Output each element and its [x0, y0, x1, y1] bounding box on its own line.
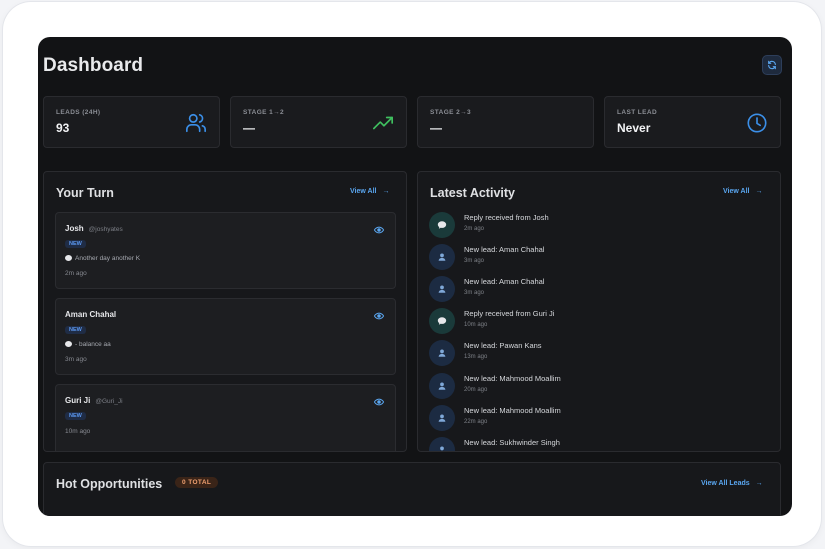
activity-text: New lead: Aman Chahal: [464, 277, 545, 287]
activity-item[interactable]: New lead: Aman Chahal 3m ago: [429, 244, 769, 276]
card-handle: @Guri_Ji: [95, 398, 123, 405]
eye-icon[interactable]: [374, 312, 384, 320]
clock-icon: [747, 113, 767, 133]
card-time: 10m ago: [65, 428, 91, 435]
stat-card-last-lead: LAST LEAD Never: [604, 96, 781, 148]
card-message: Another day another K: [65, 255, 140, 262]
eye-icon[interactable]: [374, 226, 384, 234]
activity-item[interactable]: New lead: Sukhwinder Singh: [429, 436, 769, 451]
latest-activity-view-all-link[interactable]: View All →: [723, 188, 762, 195]
user-icon: [429, 276, 455, 303]
eye-icon[interactable]: [374, 398, 384, 406]
your-turn-panel: Your Turn View All → Josh @joshyates NEW A…: [43, 171, 407, 452]
user-icon: [429, 244, 455, 271]
card-name: Guri Ji @Guri_Ji: [65, 396, 123, 405]
dashboard-screen: Dashboard LEADS (24H) 93 STAGE 1→2 — STA…: [38, 37, 792, 516]
stat-label: STAGE 2→3: [430, 109, 472, 116]
new-badge: NEW: [65, 326, 86, 334]
card-time: 2m ago: [65, 270, 87, 277]
card-message: - balance aa: [65, 341, 111, 348]
activity-time: 10m ago: [464, 322, 488, 329]
activity-time: 3m ago: [464, 290, 485, 297]
hot-opportunities-title: Hot Opportunities: [56, 477, 163, 491]
trending-up-icon: [373, 116, 393, 130]
users-icon: [186, 113, 206, 133]
activity-time: 3m ago: [464, 258, 485, 265]
user-icon: [429, 436, 455, 451]
arrow-right-icon: →: [755, 188, 763, 195]
activity-text: New lead: Mahmood Moallim: [464, 405, 561, 415]
hot-opportunities-panel: Hot Opportunities 0 TOTAL View All Leads…: [43, 462, 781, 516]
view-all-label: View All: [350, 188, 377, 195]
view-all-label: View All: [723, 188, 750, 195]
stat-value: 93: [56, 121, 70, 135]
card-handle: @joshyates: [88, 226, 123, 233]
new-badge: NEW: [65, 412, 86, 420]
page-title: Dashboard: [43, 55, 144, 76]
stat-value: —: [243, 121, 255, 135]
activity-item[interactable]: New lead: Mahmood Moallim 20m ago: [429, 372, 769, 405]
chat-bubble-icon: [65, 255, 72, 261]
chat-bubble-icon: [429, 308, 455, 335]
your-turn-card[interactable]: Aman Chahal NEW - balance aa 3m ago: [55, 298, 396, 375]
chat-bubble-icon: [429, 212, 455, 238]
view-all-leads-label: View All Leads: [701, 480, 750, 487]
activity-text: Reply received from Guri Ji: [464, 309, 555, 319]
chat-bubble-icon: [65, 341, 72, 347]
arrow-right-icon: →: [382, 188, 390, 195]
your-turn-card[interactable]: Guri Ji @Guri_Ji NEW 10m ago: [55, 384, 396, 451]
user-icon: [429, 372, 455, 399]
activity-item[interactable]: Reply received from Josh 2m ago: [429, 212, 769, 244]
your-turn-title: Your Turn: [56, 186, 114, 200]
stat-card-stage-2-3: STAGE 2→3 —: [417, 96, 594, 148]
stat-label: LEADS (24H): [56, 109, 101, 116]
user-icon: [429, 340, 455, 367]
card-name: Josh @joshyates: [65, 224, 123, 233]
activity-time: 20m ago: [464, 386, 488, 393]
card-time: 3m ago: [65, 356, 87, 363]
stat-label: LAST LEAD: [617, 109, 658, 116]
activity-text: New lead: Pawan Kans: [464, 341, 542, 351]
stat-value: —: [430, 121, 442, 135]
view-all-leads-link[interactable]: View All Leads →: [701, 480, 763, 487]
refresh-icon: [768, 60, 776, 70]
device-frame: Dashboard LEADS (24H) 93 STAGE 1→2 — STA…: [3, 2, 821, 546]
activity-item[interactable]: New lead: Pawan Kans 13m ago: [429, 340, 769, 372]
stat-label: STAGE 1→2: [243, 109, 285, 116]
arrow-right-icon: →: [755, 480, 763, 487]
activity-time: 2m ago: [464, 226, 485, 232]
card-name: Aman Chahal: [65, 310, 117, 319]
latest-activity-panel: Latest Activity View All → Reply received…: [417, 171, 781, 452]
activity-item[interactable]: Reply received from Guri Ji 10m ago: [429, 308, 769, 340]
activity-time: 22m ago: [464, 418, 488, 425]
stat-value: Never: [617, 121, 651, 135]
refresh-button[interactable]: [762, 55, 782, 75]
total-badge: 0 TOTAL: [175, 477, 219, 488]
activity-item[interactable]: New lead: Mahmood Moallim 22m ago: [429, 404, 769, 437]
activity-item[interactable]: New lead: Aman Chahal 3m ago: [429, 276, 769, 308]
latest-activity-title: Latest Activity: [430, 186, 515, 200]
stat-card-leads: LEADS (24H) 93: [43, 96, 220, 148]
your-turn-view-all-link[interactable]: View All →: [350, 188, 389, 195]
your-turn-card[interactable]: Josh @joshyates NEW Another day another K…: [55, 212, 396, 289]
activity-text: New lead: Sukhwinder Singh: [464, 437, 560, 447]
activity-text: New lead: Aman Chahal: [464, 245, 545, 255]
activity-text: Reply received from Josh: [464, 213, 549, 222]
user-icon: [429, 404, 455, 431]
stat-card-stage-1-2: STAGE 1→2 —: [230, 96, 407, 148]
activity-time: 13m ago: [464, 354, 488, 361]
activity-text: New lead: Mahmood Moallim: [464, 373, 561, 383]
new-badge: NEW: [65, 240, 86, 248]
